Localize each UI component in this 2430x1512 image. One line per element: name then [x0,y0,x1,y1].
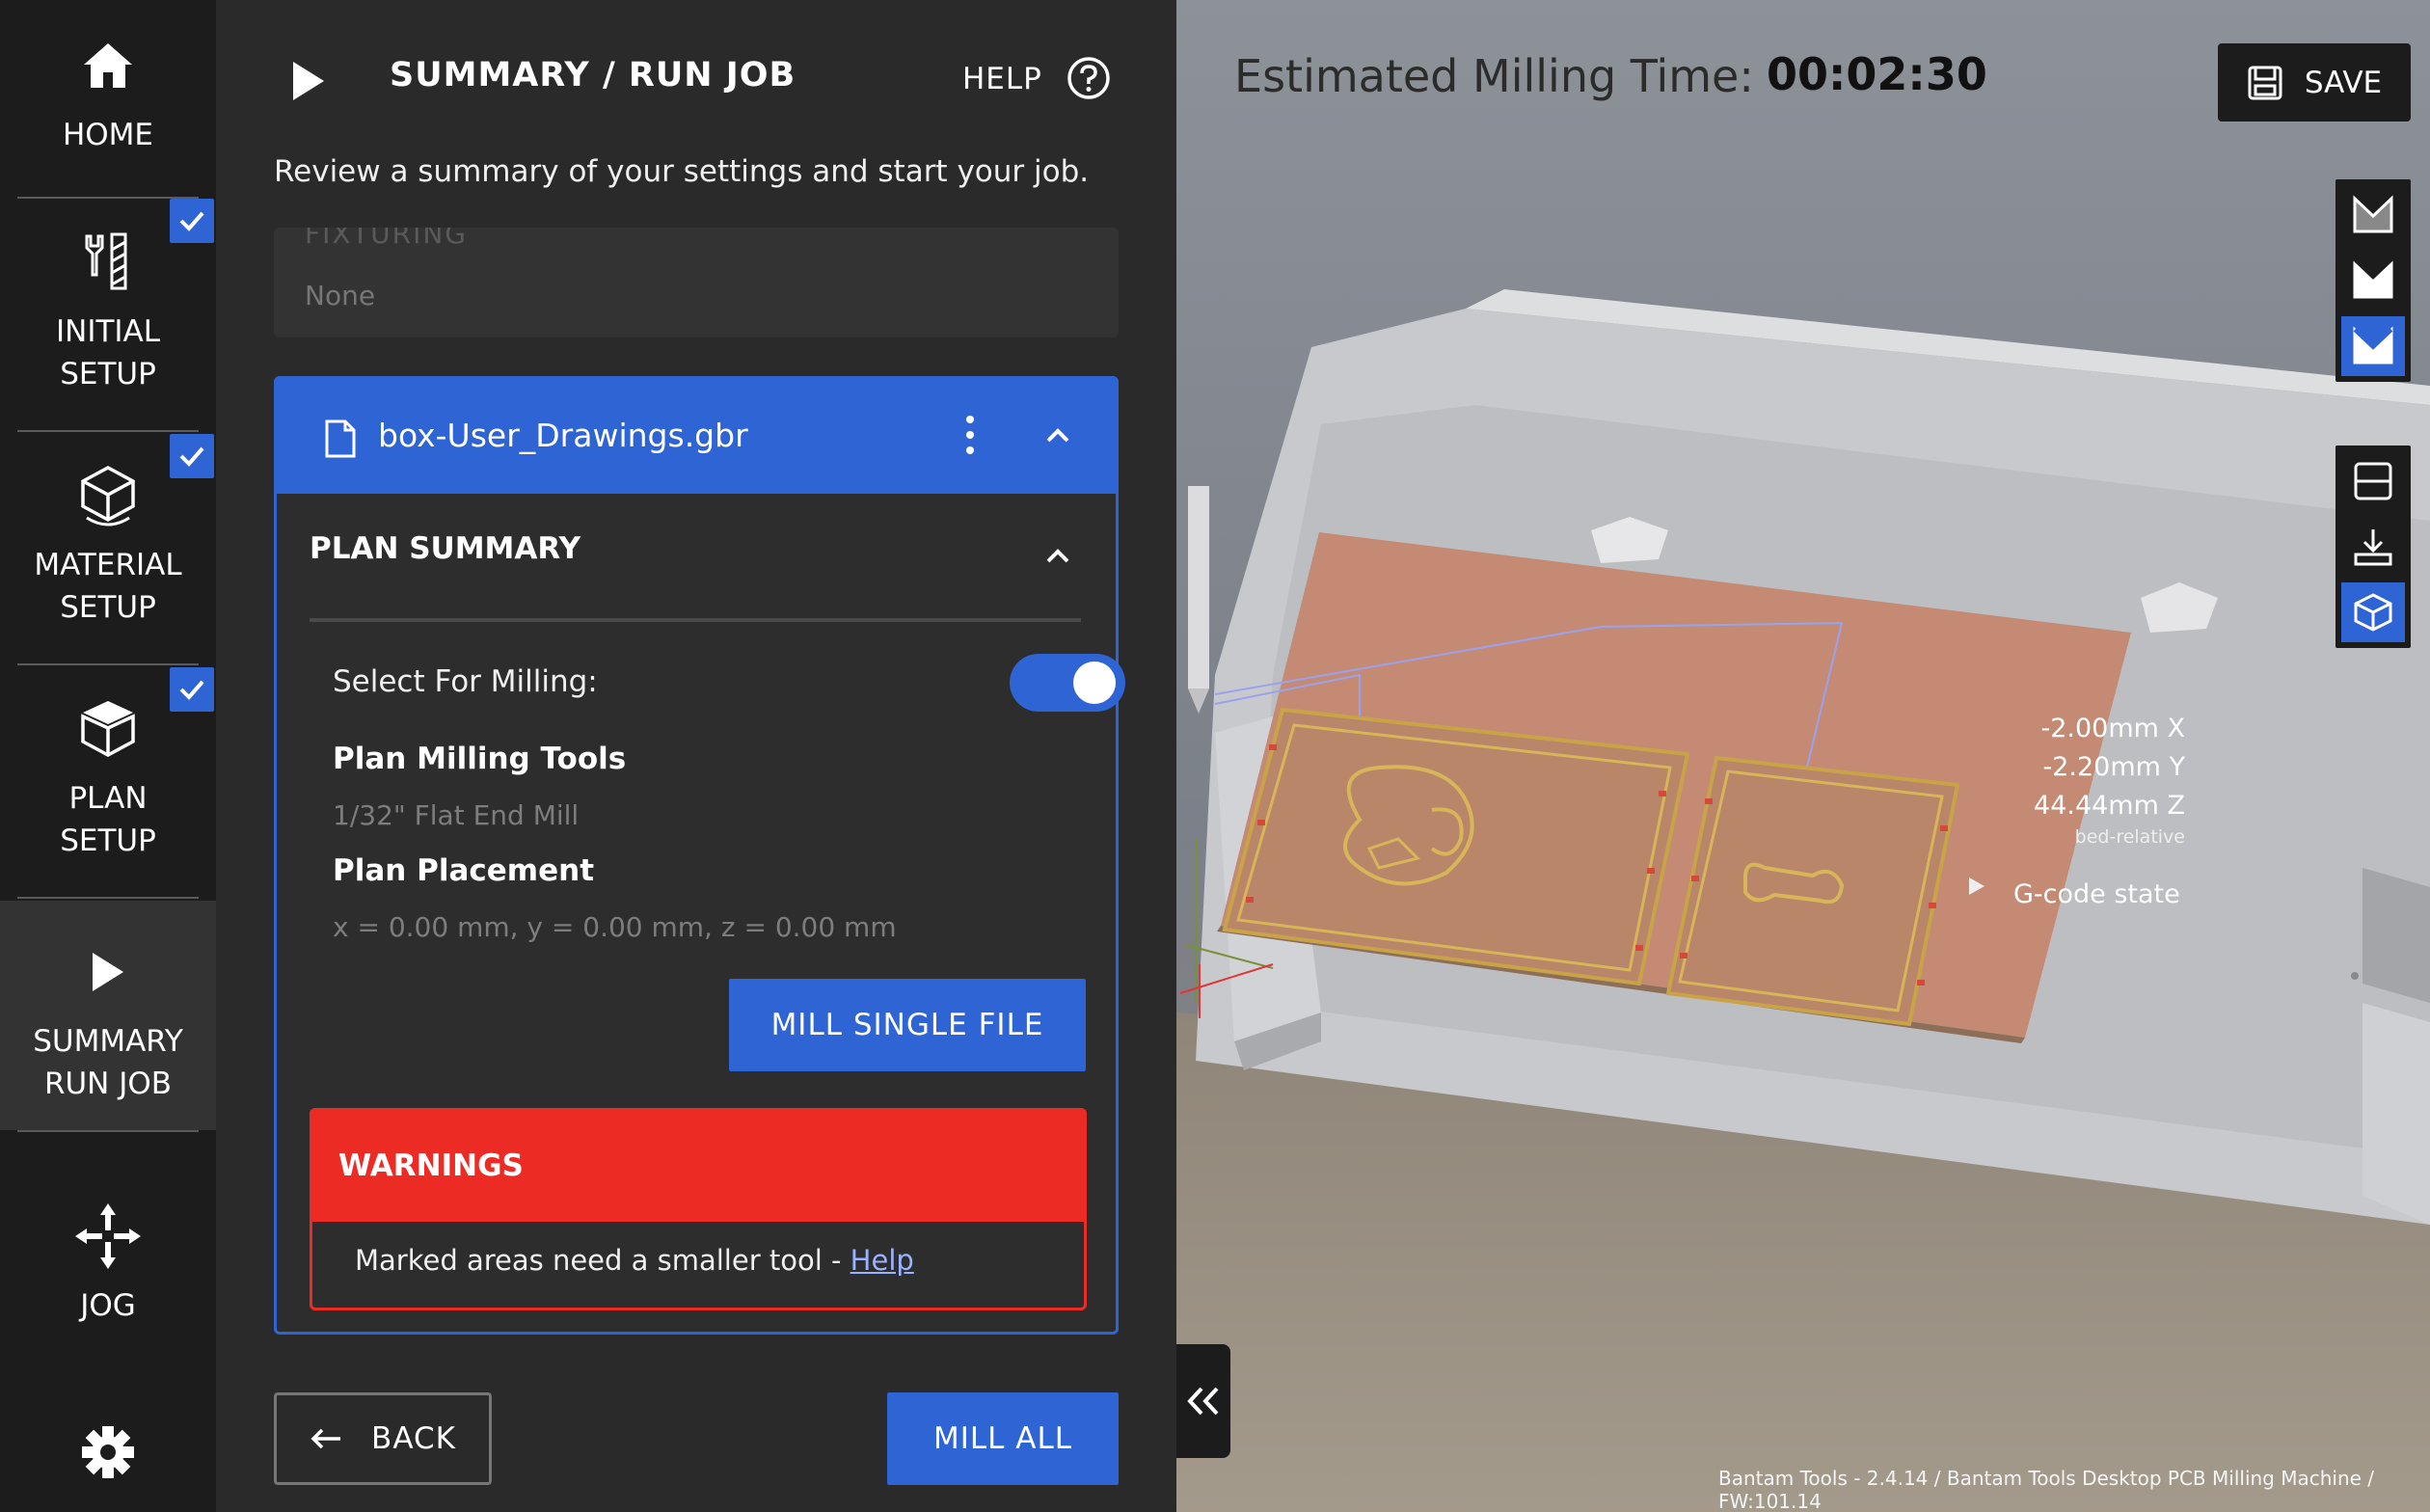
warnings-box: WARNINGS Marked areas need a smaller too… [310,1108,1087,1310]
warning-message: Marked areas need a smaller tool - Help [355,1244,914,1277]
nav-home[interactable]: HOME [0,27,216,191]
save-icon [2248,66,2282,99]
machine-3d-view[interactable]: Estimated Milling Time: 00:02:30 SAVE [1176,0,2430,1512]
coord-reference: bed-relative [2074,826,2185,848]
view-mode-group [2336,179,2411,382]
settings-gear-icon[interactable] [77,1421,139,1483]
coord-x: -2.00mm X [2040,714,2185,743]
plan-summary-divider [310,618,1081,622]
file-card-header[interactable]: box-User_Drawings.gbr [274,376,1119,494]
file-icon [324,418,357,459]
nav-plan-setup[interactable]: PLAN SETUP [0,690,216,879]
plan-milling-tools-title: Plan Milling Tools [333,742,627,776]
file-name: box-User_Drawings.gbr [378,417,748,454]
save-button[interactable]: SAVE [2218,43,2411,122]
play-icon [69,933,147,1011]
select-for-milling-toggle[interactable] [1010,654,1125,712]
initial-setup-check-icon [170,199,214,243]
toggle-knob [1073,662,1116,704]
plan-milling-tools-value: 1/32" Flat End Mill [333,799,580,831]
summary-panel: SUMMARY / RUN JOB HELP Review a summary … [216,0,1176,1512]
expand-triangle-icon[interactable] [1967,876,1986,897]
nav-divider [17,897,199,899]
material-setup-check-icon [170,434,214,478]
top-view-icon[interactable] [2341,451,2405,511]
plan-setup-check-icon [170,667,214,712]
view-mode-solid-icon[interactable] [2341,185,2405,245]
nav-plan-setup-label: PLAN SETUP [60,781,156,858]
warning-text: Marked areas need a smaller tool - [355,1244,850,1277]
view-mode-active-icon[interactable] [2341,316,2405,376]
arrow-left-icon [310,1428,341,1449]
estimate-value: 00:02:30 [1767,48,1987,100]
nav-summary-run-job[interactable]: SUMMARY RUN JOB [0,901,216,1130]
collapse-panel-button[interactable] [1176,1344,1230,1458]
warnings-title: WARNINGS [338,1148,524,1183]
fixturing-section: FIXTURING None [274,228,1119,338]
more-vertical-icon[interactable] [960,413,980,457]
panel-header: SUMMARY / RUN JOB HELP [216,0,1176,145]
3d-cube-view-icon[interactable] [2341,582,2405,642]
page-subtitle: Review a summary of your settings and st… [274,154,1090,189]
nav-divider [17,1130,199,1132]
coord-y: -2.20mm Y [2042,752,2185,782]
mill-single-file-button[interactable]: MILL SINGLE FILE [729,979,1086,1071]
mill-all-button[interactable]: MILL ALL [887,1392,1119,1485]
fixturing-label: FIXTURING [305,228,469,250]
version-footer: Bantam Tools - 2.4.14 / Bantam Tools Des… [1718,1467,2375,1512]
fixturing-value: None [305,280,376,311]
save-label: SAVE [2304,65,2383,100]
plan-summary-title: PLAN SUMMARY [310,531,581,566]
back-label: BACK [371,1421,456,1456]
tool-coordinates: -2.00mm X -2.20mm Y 44.44mm Z bed-relati… [2006,710,2185,849]
select-for-milling-label: Select For Milling: [333,664,598,699]
nav-material-setup-label: MATERIAL SETUP [34,548,182,625]
nav-jog[interactable]: JOG [0,1198,216,1362]
home-icon [69,27,147,104]
page-title: SUMMARY / RUN JOB [390,56,796,94]
nav-home-label: HOME [62,118,154,152]
chevron-up-icon[interactable] [1043,541,1072,570]
main-nav: HOME INITIAL SETUP MATERIAL SETUP PLAN S… [0,0,216,1512]
machine-bed-render [1176,289,2430,1512]
camera-view-group [2336,446,2411,648]
coord-z: 44.44mm Z [2034,791,2185,821]
chevron-up-icon[interactable] [1043,420,1072,449]
view-mode-surface-icon[interactable] [2341,251,2405,310]
play-icon [289,60,328,102]
plan-placement-value: x = 0.00 mm, y = 0.00 mm, z = 0.00 mm [333,911,897,943]
file-card: box-User_Drawings.gbr PLAN SUMMARY Selec… [274,376,1125,1335]
nav-material-setup[interactable]: MATERIAL SETUP [0,457,216,646]
nav-divider [17,430,199,432]
chevrons-left-icon [1187,1387,1219,1416]
estimate-label: Estimated Milling Time: [1234,50,1754,102]
help-link[interactable]: HELP [962,62,1042,96]
move-arrows-icon [69,1198,147,1275]
tools-icon [69,224,147,301]
warnings-header: WARNINGS [310,1108,1087,1222]
nav-divider [17,663,199,665]
material-cube-icon [69,457,147,534]
plan-placement-title: Plan Placement [333,853,595,888]
back-button[interactable]: BACK [274,1392,492,1485]
gcode-state-toggle[interactable]: G-code state [2013,879,2180,909]
nav-initial-setup-label: INITIAL SETUP [55,314,161,392]
nav-initial-setup[interactable]: INITIAL SETUP [0,224,216,413]
warning-help-link[interactable]: Help [850,1244,914,1277]
download-view-icon[interactable] [2341,517,2405,577]
nav-jog-label: JOG [80,1288,136,1323]
plan-stack-icon [69,690,147,768]
nav-summary-run-job-label: SUMMARY RUN JOB [33,1024,183,1101]
help-circle-icon[interactable] [1066,56,1111,100]
